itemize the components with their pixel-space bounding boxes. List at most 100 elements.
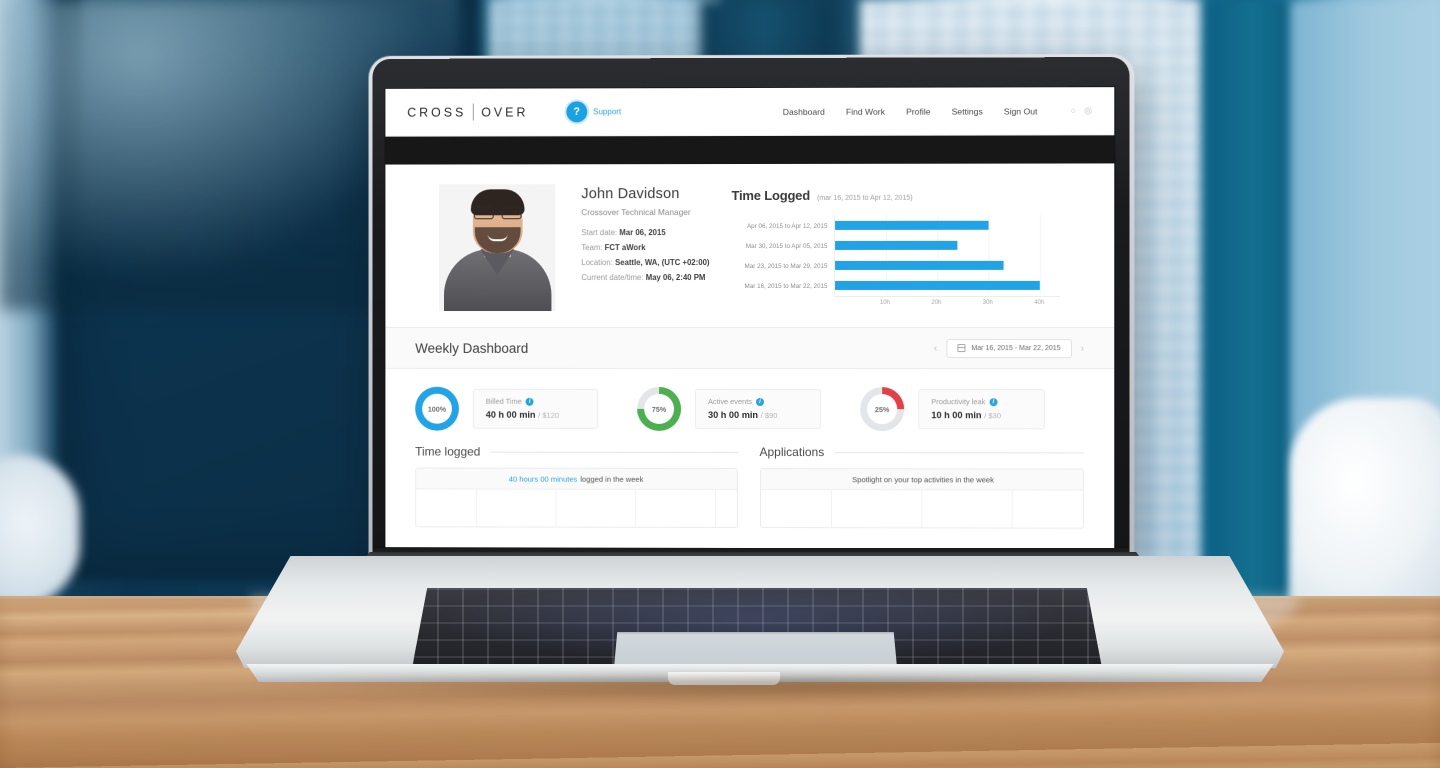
card-active-events-value-row: 30 h 00 min / $90	[708, 410, 808, 420]
info-icon[interactable]: i	[525, 397, 534, 406]
chart-bars	[834, 215, 1060, 295]
support-badge-icon: ?	[566, 101, 588, 123]
support-link[interactable]: ? Support	[566, 101, 622, 123]
chart-category-label: Mar 23, 2015 to Mar 29, 2015	[744, 262, 828, 271]
chart-x-axis: 10h 20h 30h 40h	[833, 295, 1060, 310]
card-billed-time[interactable]: Billed Time i 40 h 00 min / $120	[472, 388, 599, 429]
panel-applications-header: Applications	[759, 445, 1085, 460]
kpi-productivity-leak: 25% Productivity leak i 10 h 00 min / $3…	[860, 387, 1084, 432]
panel-time-logged-strip: 40 hours 00 minutes logged in the week	[416, 468, 737, 490]
time-logged-header: Time Logged (mar 16, 2015 to Apr 12, 201…	[732, 188, 1060, 203]
logo-text-over: OVER	[481, 104, 529, 120]
panel-applications-strip: Spotlight on your top activities in the …	[760, 469, 1084, 491]
avatar-glasses	[473, 206, 522, 220]
time-logged-subtitle: (mar 16, 2015 to Apr 12, 2015)	[817, 194, 913, 202]
kpi-active-events: 75% Active events i 30 h 00 min / $90	[637, 386, 860, 431]
main-nav: Dashboard Find Work Profile Settings Sig…	[783, 105, 1092, 116]
date-range-value: Mar 16, 2015 - Mar 22, 2015	[971, 344, 1061, 352]
panel-divider	[834, 451, 1085, 453]
card-billed-time-label: Billed Time	[485, 396, 522, 406]
chart-x-tick-label: 20h	[931, 299, 942, 306]
week-navigation: ‹ Mar 16, 2015 - Mar 22, 2015 ›	[934, 338, 1084, 358]
nav-item-sign-out[interactable]: Sign Out	[1004, 106, 1038, 116]
panel-applications-box: Spotlight on your top activities in the …	[759, 468, 1085, 529]
nav-item-find-work[interactable]: Find Work	[846, 106, 885, 116]
card-productivity-leak-amount: / $30	[984, 411, 1002, 421]
chart-bar[interactable]	[834, 260, 1004, 270]
support-badge-glyph: ?	[573, 105, 581, 118]
profile-info: John Davidson Crossover Technical Manage…	[555, 184, 709, 311]
card-active-events-label-row: Active events i	[708, 397, 808, 406]
card-billed-time-value: 40 h 00 min	[485, 409, 536, 420]
chart-bar[interactable]	[834, 280, 1040, 290]
chart-category-labels: Apr 06, 2015 to Apr 12, 2015 Mar 30, 2015…	[732, 215, 834, 310]
panel-time-logged-box: 40 hours 00 minutes logged in the week	[415, 467, 738, 528]
card-productivity-leak-value-row: 10 h 00 min / $30	[931, 410, 1031, 420]
value-start-date: Mar 06, 2015	[619, 228, 666, 238]
laptop-shadow	[250, 678, 1270, 704]
card-billed-time-amount: / $120	[538, 410, 560, 420]
time-logged-chart-block: Time Logged (mar 16, 2015 to Apr 12, 201…	[710, 184, 1060, 311]
crossover-app: CROSS OVER ? Support Dashboard Find Work…	[385, 87, 1115, 549]
chart-category-label: Mar 16, 2015 to Mar 22, 2015	[744, 282, 828, 291]
gauge-productivity-leak-percent: 25%	[867, 394, 898, 425]
label-location: Location:	[581, 258, 613, 268]
panel-time-logged-highlight: 40 hours 00 minutes	[508, 474, 578, 484]
panel-applications: Applications Spotlight on your top activ…	[759, 445, 1085, 529]
panel-applications-heading: Applications	[759, 445, 825, 460]
support-label: Support	[593, 107, 622, 117]
gauge-active-events: 75%	[637, 386, 682, 431]
next-week-button[interactable]: ›	[1081, 343, 1084, 354]
profile-title: Crossover Technical Manager	[581, 207, 691, 218]
logo-text-cross: CROSS	[407, 105, 467, 120]
weekly-dashboard-title: Weekly Dashboard	[415, 340, 529, 356]
notification-bell-icon[interactable]: ○	[1071, 105, 1076, 115]
logo-divider	[473, 103, 475, 121]
card-productivity-leak[interactable]: Productivity leak i 10 h 00 min / $30	[918, 389, 1045, 430]
crossover-logo[interactable]: CROSS OVER	[407, 103, 529, 121]
panel-time-logged-text: logged in the week	[580, 474, 644, 484]
card-active-events-value: 30 h 00 min	[708, 409, 759, 421]
date-range-picker[interactable]: Mar 16, 2015 - Mar 22, 2015	[946, 338, 1072, 358]
chart-bar-row	[834, 235, 1060, 255]
chart-x-tick-label: 40h	[1034, 299, 1045, 306]
profile-meta: Start date: Mar 06, 2015 Team: FCT aWork…	[581, 226, 709, 286]
value-location: Seattle, WA, (UTC +02:00)	[615, 257, 710, 268]
card-billed-time-value-row: 40 h 00 min / $120	[486, 410, 586, 420]
laptop: CROSS OVER ? Support Dashboard Find Work…	[0, 0, 1440, 768]
chart-bar[interactable]	[834, 240, 958, 250]
laptop-screen: CROSS OVER ? Support Dashboard Find Work…	[385, 87, 1115, 549]
nav-item-settings[interactable]: Settings	[952, 106, 983, 116]
panel-applications-body	[760, 490, 1083, 529]
app-topbar: CROSS OVER ? Support Dashboard Find Work…	[385, 87, 1115, 137]
card-active-events[interactable]: Active events i 30 h 00 min / $90	[695, 388, 822, 430]
nav-item-dashboard[interactable]: Dashboard	[783, 106, 825, 116]
prev-week-button[interactable]: ‹	[934, 343, 937, 354]
profile-field-start-date: Start date: Mar 06, 2015	[581, 226, 709, 241]
chart-bar-row	[834, 255, 1060, 275]
panel-time-logged-heading: Time logged	[415, 444, 481, 459]
time-logged-title: Time Logged	[731, 187, 810, 204]
label-current-datetime: Current date/time:	[581, 272, 644, 282]
info-icon[interactable]: i	[989, 397, 998, 406]
gauge-billed-time-percent: 100%	[422, 393, 452, 424]
panel-time-logged: Time logged 40 hours 00 minutes logged i…	[415, 444, 738, 528]
info-icon[interactable]: i	[755, 397, 764, 406]
chart-plot-area	[833, 214, 1060, 295]
kpi-row: 100% Billed Time i 40 h 00 min / $120 75…	[385, 369, 1114, 440]
avatar	[439, 184, 556, 312]
profile-field-current-datetime: Current date/time: May 06, 2:40 PM	[581, 271, 709, 286]
chart-category-label: Apr 06, 2015 to Apr 12, 2015	[746, 222, 828, 231]
nav-item-profile[interactable]: Profile	[906, 106, 930, 116]
profile-field-location: Location: Seattle, WA, (UTC +02:00)	[581, 256, 709, 271]
app-dark-strip	[385, 135, 1115, 165]
profile-section: John Davidson Crossover Technical Manage…	[385, 163, 1114, 327]
chart-x-tick-label: 30h	[982, 299, 993, 306]
card-billed-time-label-row: Billed Time i	[486, 397, 586, 406]
nav-icon-group: ○ ◎	[1071, 105, 1092, 115]
chart-bar-row	[834, 215, 1060, 235]
gear-icon[interactable]: ◎	[1084, 105, 1092, 115]
chart-category-label: Mar 30, 2015 to Apr 05, 2015	[745, 242, 828, 251]
profile-field-team: Team: FCT aWork	[581, 241, 709, 256]
chart-bar[interactable]	[834, 220, 989, 230]
